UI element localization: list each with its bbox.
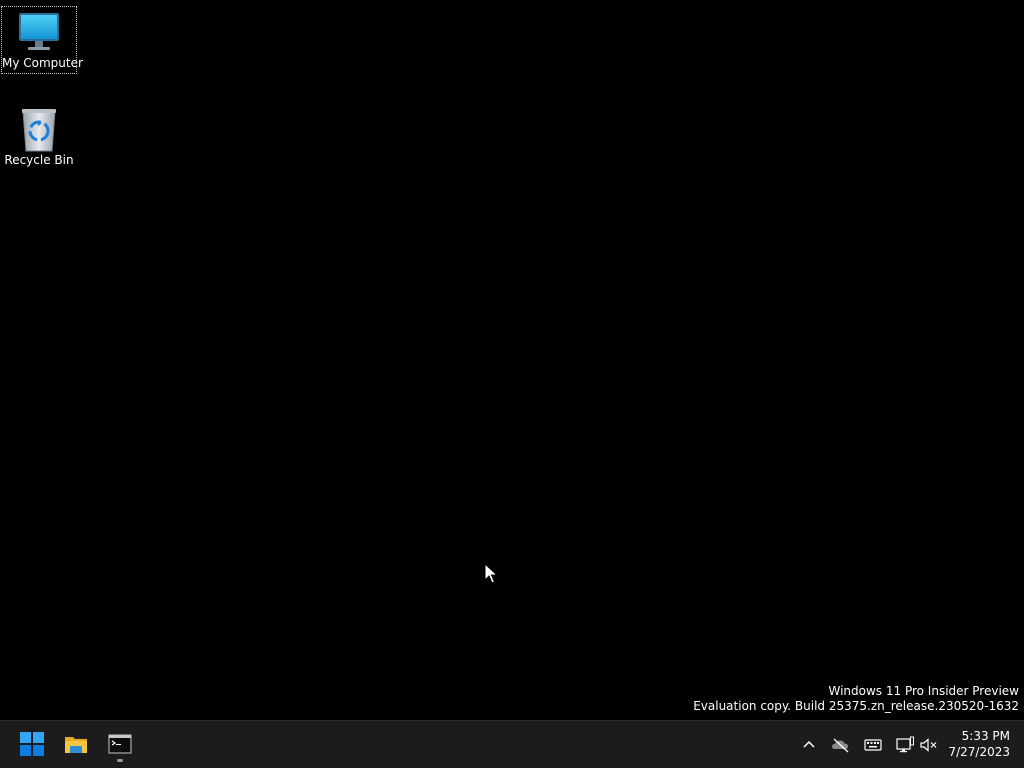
file-explorer-button[interactable] xyxy=(56,724,96,764)
monitor-icon xyxy=(15,10,63,56)
start-button[interactable] xyxy=(12,724,52,764)
watermark-build: Evaluation copy. Build 25375.zn_release.… xyxy=(693,699,1019,713)
network-button[interactable] xyxy=(893,733,917,757)
onedrive-tray-button[interactable] xyxy=(829,733,853,757)
taskbar-clock[interactable]: 5:33 PM 7/27/2023 xyxy=(948,728,1010,760)
running-indicator xyxy=(117,759,123,762)
desktop-icon-my-computer[interactable]: My Computer xyxy=(1,6,83,74)
volume-button[interactable] xyxy=(917,733,941,757)
watermark-edition: Windows 11 Pro Insider Preview xyxy=(828,684,1019,698)
command-prompt-button[interactable] xyxy=(100,724,140,764)
touch-keyboard-button[interactable] xyxy=(861,733,885,757)
mouse-cursor-icon xyxy=(484,562,499,585)
desktop-icon-recycle-bin[interactable]: Recycle Bin xyxy=(1,104,77,172)
evaluation-watermark: Windows 11 Pro Insider Preview Evaluatio… xyxy=(693,684,1019,714)
desktop-icon-label: My Computer xyxy=(2,56,83,70)
taskbar: 5:33 PM 7/27/2023 xyxy=(0,720,1024,768)
show-hidden-icons-button[interactable] xyxy=(797,733,821,757)
recycle-bin-icon xyxy=(15,107,63,153)
desktop-icon-label: Recycle Bin xyxy=(4,153,74,167)
desktop[interactable]: My Computer Recycle Bin Windows 11 Pro I… xyxy=(0,0,1024,720)
clock-date: 7/27/2023 xyxy=(948,745,1010,759)
clock-time: 5:33 PM xyxy=(961,729,1010,743)
